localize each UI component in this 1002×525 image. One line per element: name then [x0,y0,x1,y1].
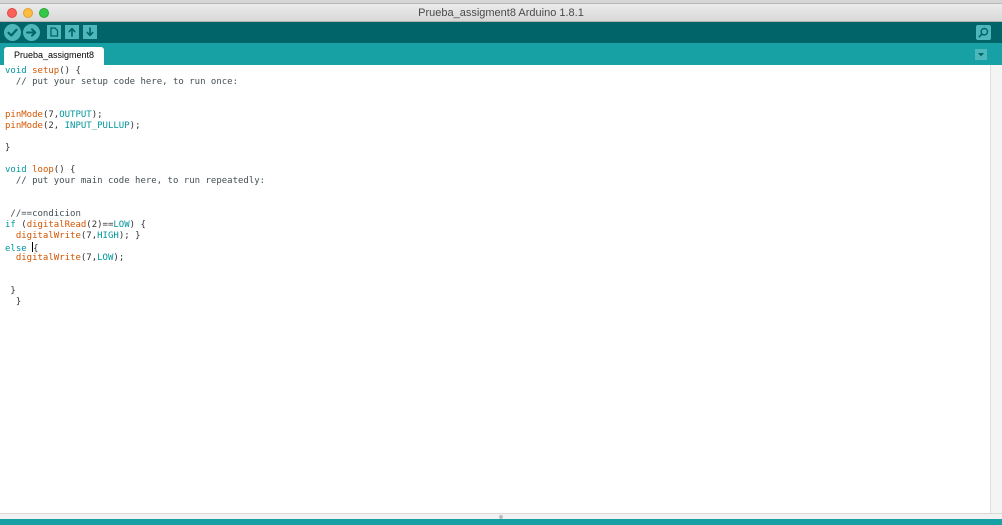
code-token: loop [32,165,54,175]
code-line[interactable]: // put your main code here, to run repea… [5,176,265,187]
code-token: ); } [118,231,141,241]
toolbar [0,22,1002,43]
code-token: setup [32,66,60,76]
new-file-icon [50,27,59,37]
editor-scrollbar[interactable] [990,65,1002,513]
code-line[interactable] [5,187,265,198]
arrow-right-icon [26,28,37,37]
code-token: digitalWrite [15,253,81,263]
code-line[interactable] [5,88,265,99]
code-token: } [5,143,11,153]
check-icon [7,28,18,37]
code-token: // put your main code here, to run repea… [5,176,266,186]
code-token: (2, [42,121,65,131]
code-token: if [5,220,16,230]
serial-monitor-button[interactable] [976,25,991,40]
code-token: ( [15,220,27,230]
magnifier-icon [978,27,989,38]
code-token: pinMode [5,121,43,131]
code-token: LOW [113,220,130,230]
code-token: ); [91,110,103,120]
console-area [0,519,1002,525]
code-token: (7, [42,110,60,120]
code-line[interactable]: pinMode(2, INPUT_PULLUP); [5,121,265,132]
code-token: void [5,66,27,76]
code-line[interactable]: } [5,297,265,308]
upload-button[interactable] [23,24,40,41]
triangle-down-icon [978,53,984,57]
arrow-up-icon [68,27,76,37]
code-line[interactable]: } [5,143,265,154]
open-button[interactable] [65,25,79,39]
code-token: LOW [97,253,114,263]
code-line[interactable] [5,264,265,275]
save-button[interactable] [83,25,97,39]
code-line[interactable] [5,154,265,165]
code-token: (7, [80,231,98,241]
tab-menu-button[interactable] [975,49,987,60]
tab-bar: Prueba_assigment8 [0,43,1002,65]
new-button[interactable] [47,25,61,39]
code-line[interactable]: else { [5,242,265,254]
window-title: Prueba_assigment8 Arduino 1.8.1 [418,7,584,19]
code-line[interactable] [5,132,265,143]
code-line[interactable]: } [5,286,265,297]
code-line[interactable]: digitalWrite(7,LOW); [5,253,265,264]
code-token: (2)== [86,220,114,230]
tab-prueba-assigment8[interactable]: Prueba_assigment8 [4,47,104,65]
code-token: } [5,286,16,296]
code-token: //==condicion [5,209,81,219]
code-token: HIGH [97,231,119,241]
code-token: digitalRead [26,220,87,230]
verify-button[interactable] [4,24,21,41]
code-line[interactable]: // put your setup code here, to run once… [5,77,265,88]
code-token: } [5,297,22,307]
title-bar: Prueba_assigment8 Arduino 1.8.1 [0,4,1002,22]
code-token: INPUT_PULLUP [64,121,130,131]
code-line[interactable]: //==condicion [5,209,265,220]
arrow-down-icon [86,27,94,37]
code-line[interactable]: digitalWrite(7,HIGH); } [5,231,265,242]
code-token: // put your setup code here, to run once… [5,77,238,87]
code-token: ) { [129,220,146,230]
code-editor[interactable]: void setup() { // put your setup code he… [0,65,990,513]
code-text[interactable]: void setup() { // put your setup code he… [5,66,265,308]
code-token: ); [113,253,125,263]
code-line[interactable]: pinMode(7,OUTPUT); [5,110,265,121]
code-token: digitalWrite [15,231,81,241]
code-line[interactable] [5,99,265,110]
code-token: pinMode [5,110,43,120]
code-token: () { [53,165,76,175]
code-token: () { [59,66,81,76]
code-token: ); [129,121,141,131]
code-line[interactable]: if (digitalRead(2)==LOW) { [5,220,265,231]
code-token: OUTPUT [59,110,92,120]
code-token: (7, [80,253,98,263]
code-line[interactable] [5,275,265,286]
code-token: void [5,165,27,175]
code-line[interactable]: void loop() { [5,165,265,176]
code-line[interactable]: void setup() { [5,66,265,77]
code-line[interactable] [5,198,265,209]
